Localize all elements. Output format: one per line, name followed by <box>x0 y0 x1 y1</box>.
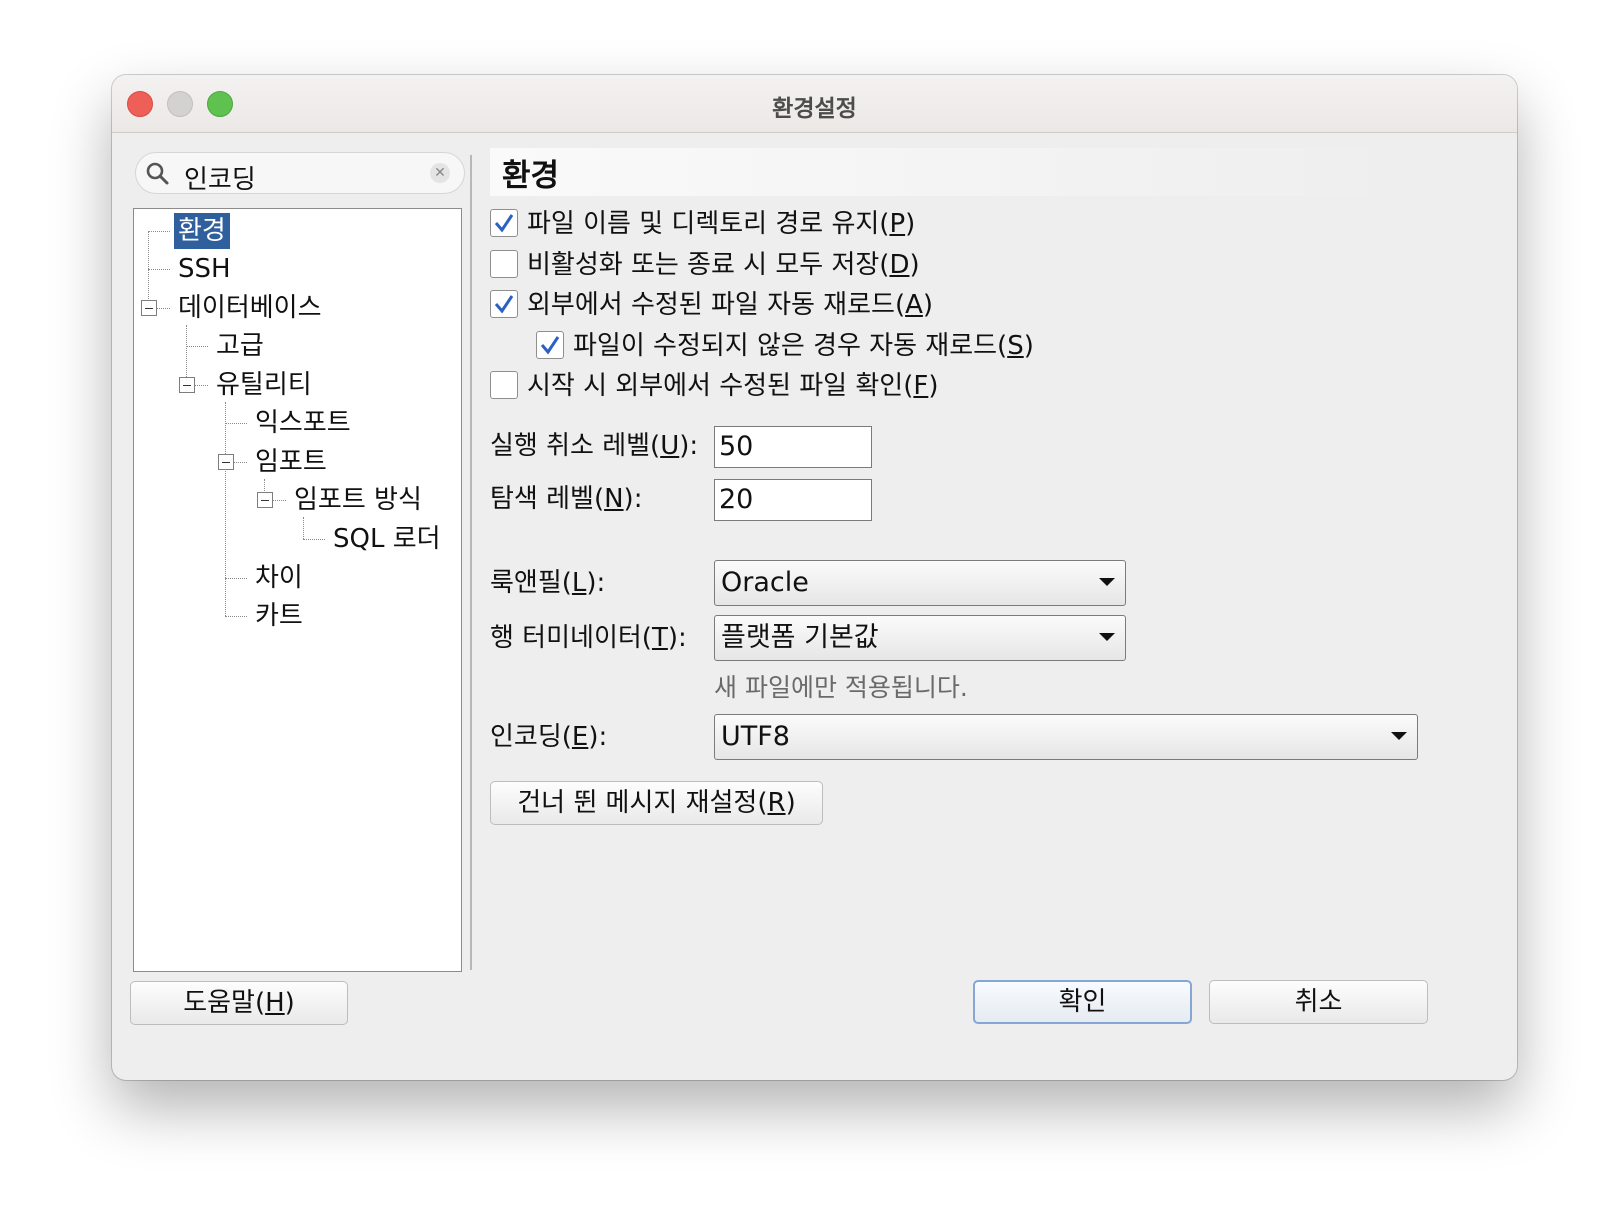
select-value: Oracle <box>721 567 809 598</box>
checkbox-box[interactable] <box>490 250 518 278</box>
tree-line <box>186 346 208 347</box>
search-icon <box>146 162 169 185</box>
title-bar: 환경설정 <box>112 75 1517 133</box>
undo-level-label: 실행 취소 레벨(U): <box>490 431 699 461</box>
tree-item-database[interactable]: 데이터베이스 <box>178 290 322 326</box>
checkmark-icon <box>494 295 514 314</box>
checkbox-box[interactable] <box>490 209 518 237</box>
tree-item-advanced[interactable]: 고급 <box>216 328 264 364</box>
encoding-label: 인코딩(E): <box>490 722 608 752</box>
tree-item-export[interactable]: 익스포트 <box>255 405 351 441</box>
tree-item-import[interactable]: 임포트 <box>255 444 327 480</box>
tree-line <box>186 325 187 385</box>
collapse-icon[interactable] <box>179 377 195 393</box>
tree-item-environment[interactable]: 환경 <box>174 213 230 249</box>
window-title: 환경설정 <box>772 96 857 122</box>
tree-item-diff[interactable]: 차이 <box>255 560 303 596</box>
select-value: 플랫폼 기본값 <box>721 622 879 653</box>
look-and-feel-select[interactable]: Oracle <box>714 560 1126 606</box>
tree-line <box>225 578 247 579</box>
tree-line <box>225 423 247 424</box>
tree-line <box>303 517 304 539</box>
undo-level-input[interactable]: 50 <box>714 426 872 468</box>
clear-search-icon[interactable]: ✕ <box>430 163 450 183</box>
line-terminator-hint: 새 파일에만 적용됩니다. <box>714 673 968 702</box>
checkbox-label: 시작 시 외부에서 수정된 파일 확인(F) <box>527 371 939 401</box>
tree-line <box>225 402 226 616</box>
select-value: UTF8 <box>721 721 790 752</box>
checkbox-label: 비활성화 또는 종료 시 모두 저장(D) <box>527 250 920 280</box>
cancel-button[interactable]: 취소 <box>1209 980 1428 1024</box>
dropdown-arrow-icon <box>1099 578 1115 586</box>
tree-line <box>148 269 170 270</box>
checkbox-box[interactable] <box>490 290 518 318</box>
dropdown-arrow-icon <box>1099 633 1115 641</box>
navigation-level-input[interactable]: 20 <box>714 479 872 521</box>
look-and-feel-label: 룩앤필(L): <box>490 568 606 598</box>
tree-item-sql-loader[interactable]: SQL 로더 <box>333 521 441 557</box>
checkbox-label: 파일 이름 및 디렉토리 경로 유지(P) <box>527 209 916 239</box>
section-header: 환경 <box>490 148 1415 196</box>
tree-line <box>272 500 286 501</box>
search-input[interactable]: 인코딩 <box>184 159 256 196</box>
ok-button[interactable]: 확인 <box>973 980 1192 1024</box>
checkbox-box[interactable] <box>490 371 518 399</box>
tree-item-ssh[interactable]: SSH <box>178 251 231 287</box>
tree-line <box>194 385 208 386</box>
tree-item-cart[interactable]: 카트 <box>255 598 303 634</box>
tree-line <box>303 539 325 540</box>
dropdown-arrow-icon <box>1391 732 1407 740</box>
tree-item-import-method[interactable]: 임포트 방식 <box>294 482 422 518</box>
tree-line <box>148 231 149 311</box>
checkmark-icon <box>540 336 560 355</box>
collapse-icon[interactable] <box>257 492 273 508</box>
help-button[interactable]: 도움말(H) <box>130 981 348 1025</box>
tree-line <box>233 462 247 463</box>
tree-line <box>225 616 247 617</box>
tree-line <box>148 231 170 232</box>
preferences-window: 환경설정 인코딩 ✕ 환경 SSH 데이터베이스 고급 유틸리티 익스포트 임포… <box>112 75 1517 1080</box>
checkmark-icon <box>494 214 514 233</box>
collapse-icon[interactable] <box>141 300 157 316</box>
collapse-icon[interactable] <box>218 454 234 470</box>
navigation-level-label: 탐색 레벨(N): <box>490 484 643 514</box>
encoding-select[interactable]: UTF8 <box>714 714 1418 760</box>
tree-item-utilities[interactable]: 유틸리티 <box>216 367 312 403</box>
section-title: 환경 <box>502 158 560 194</box>
panel-divider[interactable] <box>470 155 472 970</box>
reset-skipped-messages-button[interactable]: 건너 뛴 메시지 재설정(R) <box>490 781 823 825</box>
checkbox-label: 파일이 수정되지 않은 경우 자동 재로드(S) <box>573 331 1034 361</box>
line-terminator-label: 행 터미네이터(T): <box>490 623 687 653</box>
checkbox-label: 외부에서 수정된 파일 자동 재로드(A) <box>527 290 934 320</box>
tree-line <box>156 308 170 309</box>
checkbox-box[interactable] <box>536 331 564 359</box>
search-field[interactable]: 인코딩 ✕ <box>135 152 465 196</box>
line-terminator-select[interactable]: 플랫폼 기본값 <box>714 615 1126 661</box>
preferences-tree[interactable]: 환경 SSH 데이터베이스 고급 유틸리티 익스포트 임포트 임포트 방식 SQ… <box>133 208 462 972</box>
